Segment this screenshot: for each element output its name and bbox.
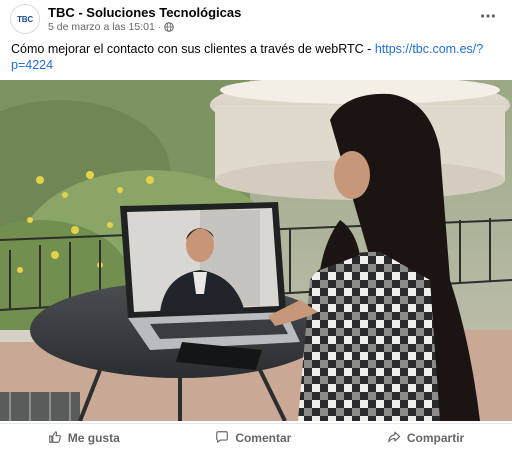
comment-bubble-icon <box>215 430 229 447</box>
post-timestamp[interactable]: 5 de marzo a las 15:01 <box>48 21 155 33</box>
like-button[interactable]: Me gusta <box>30 426 138 451</box>
facebook-post: TBC TBC - Soluciones Tecnológicas 5 de m… <box>0 0 512 456</box>
post-body-text: Cómo mejorar el contacto con sus cliente… <box>11 42 375 56</box>
share-label: Compartir <box>406 431 465 445</box>
post-text: Cómo mejorar el contacto con sus cliente… <box>11 42 491 73</box>
more-options-icon[interactable] <box>478 6 498 26</box>
share-arrow-icon <box>387 430 401 447</box>
globe-icon <box>164 22 175 32</box>
comment-label: Comentar <box>235 431 292 445</box>
post-actions: Me gusta Comentar Compartir <box>0 423 512 452</box>
share-button[interactable]: Compartir <box>369 426 482 451</box>
page-name[interactable]: TBC - Soluciones Tecnológicas <box>48 5 241 20</box>
meta-separator: · <box>157 21 162 33</box>
thumbs-up-icon <box>48 430 62 447</box>
avatar-logo-text: TBC <box>17 14 33 24</box>
post-meta: 5 de marzo a las 15:01 · <box>48 21 175 33</box>
comment-button[interactable]: Comentar <box>197 426 309 451</box>
page-avatar[interactable]: TBC <box>10 4 40 34</box>
post-photo[interactable] <box>0 80 512 421</box>
like-label: Me gusta <box>67 431 120 445</box>
post-header: TBC TBC - Soluciones Tecnológicas 5 de m… <box>0 0 512 40</box>
photo-illustration <box>0 80 512 421</box>
